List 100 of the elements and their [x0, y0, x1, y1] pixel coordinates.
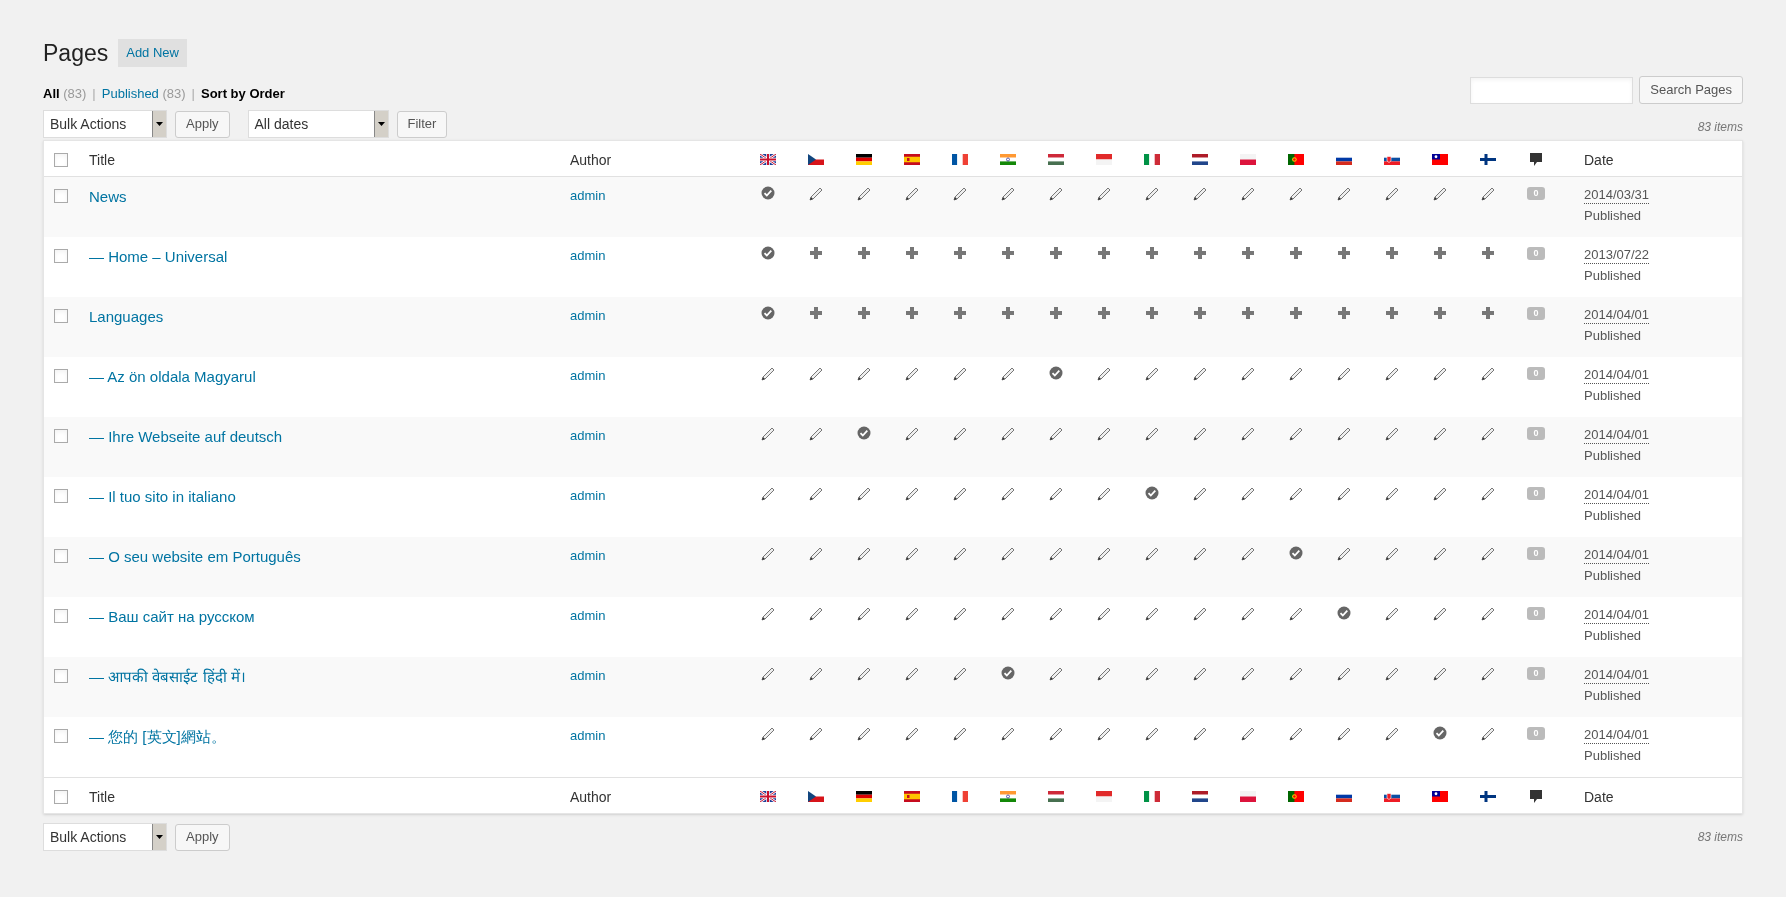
pencil-icon[interactable]: [1144, 666, 1160, 682]
checkbox[interactable]: [54, 189, 68, 203]
pencil-icon[interactable]: [1432, 546, 1448, 562]
pencil-icon[interactable]: [904, 426, 920, 442]
pencil-icon[interactable]: [904, 546, 920, 562]
pencil-icon[interactable]: [1096, 186, 1112, 202]
pencil-icon[interactable]: [1240, 366, 1256, 382]
pencil-icon[interactable]: [808, 546, 824, 562]
pencil-icon[interactable]: [1336, 666, 1352, 682]
pencil-icon[interactable]: [1432, 666, 1448, 682]
plus-icon[interactable]: [905, 306, 919, 320]
apply-button[interactable]: Apply: [175, 823, 230, 851]
author-link[interactable]: admin: [570, 668, 606, 683]
pencil-icon[interactable]: [1000, 486, 1016, 502]
pencil-icon[interactable]: [760, 666, 776, 682]
pencil-icon[interactable]: [952, 726, 968, 742]
pencil-icon[interactable]: [1192, 186, 1208, 202]
plus-icon[interactable]: [1001, 306, 1015, 320]
plus-icon[interactable]: [809, 246, 823, 260]
plus-icon[interactable]: [1097, 246, 1111, 260]
column-header[interactable]: Date: [1584, 789, 1614, 805]
checkbox[interactable]: [54, 429, 68, 443]
pencil-icon[interactable]: [1480, 426, 1496, 442]
check-icon[interactable]: [1001, 666, 1015, 680]
plus-icon[interactable]: [1433, 306, 1447, 320]
plus-icon[interactable]: [1097, 306, 1111, 320]
plus-icon[interactable]: [953, 246, 967, 260]
pencil-icon[interactable]: [808, 606, 824, 622]
checkbox[interactable]: [54, 369, 68, 383]
checkbox[interactable]: [54, 249, 68, 263]
pencil-icon[interactable]: [808, 366, 824, 382]
pencil-icon[interactable]: [856, 486, 872, 502]
checkbox[interactable]: [54, 609, 68, 623]
pencil-icon[interactable]: [904, 726, 920, 742]
author-link[interactable]: admin: [570, 548, 606, 563]
pencil-icon[interactable]: [1384, 606, 1400, 622]
author-link[interactable]: admin: [570, 488, 606, 503]
pencil-icon[interactable]: [1192, 606, 1208, 622]
pencil-icon[interactable]: [1480, 486, 1496, 502]
plus-icon[interactable]: [905, 246, 919, 260]
pencil-icon[interactable]: [904, 486, 920, 502]
pencil-icon[interactable]: [1480, 186, 1496, 202]
dropdown[interactable]: All dates: [247, 110, 389, 138]
plus-icon[interactable]: [1193, 306, 1207, 320]
pencil-icon[interactable]: [760, 606, 776, 622]
check-icon[interactable]: [857, 426, 871, 440]
pencil-icon[interactable]: [952, 426, 968, 442]
pencil-icon[interactable]: [1144, 186, 1160, 202]
pencil-icon[interactable]: [1480, 606, 1496, 622]
pencil-icon[interactable]: [1096, 546, 1112, 562]
check-icon[interactable]: [1433, 726, 1447, 740]
pencil-icon[interactable]: [1096, 666, 1112, 682]
page-title-link[interactable]: — 您的 [英文]網站。: [89, 728, 226, 745]
pencil-icon[interactable]: [1384, 666, 1400, 682]
pencil-icon[interactable]: [1144, 426, 1160, 442]
checkbox[interactable]: [54, 153, 68, 167]
checkbox[interactable]: [54, 790, 68, 804]
pencil-icon[interactable]: [1432, 366, 1448, 382]
pencil-icon[interactable]: [1096, 366, 1112, 382]
page-title-link[interactable]: — आपकी वेबसाईट हिंदी में।: [89, 668, 246, 685]
pencil-icon[interactable]: [1288, 666, 1304, 682]
author-link[interactable]: admin: [570, 308, 606, 323]
plus-icon[interactable]: [1481, 246, 1495, 260]
plus-icon[interactable]: [1145, 246, 1159, 260]
plus-icon[interactable]: [1481, 306, 1495, 320]
filter-button[interactable]: Filter: [396, 110, 448, 138]
pencil-icon[interactable]: [1048, 486, 1064, 502]
pencil-icon[interactable]: [1000, 366, 1016, 382]
pencil-icon[interactable]: [1144, 606, 1160, 622]
plus-icon[interactable]: [1145, 306, 1159, 320]
pencil-icon[interactable]: [1048, 726, 1064, 742]
checkbox[interactable]: [54, 489, 68, 503]
check-icon[interactable]: [1049, 366, 1063, 380]
pencil-icon[interactable]: [1288, 606, 1304, 622]
pencil-icon[interactable]: [856, 606, 872, 622]
pencil-icon[interactable]: [808, 486, 824, 502]
column-header[interactable]: Title: [89, 150, 570, 171]
pencil-icon[interactable]: [1384, 726, 1400, 742]
author-link[interactable]: admin: [570, 188, 606, 203]
pencil-icon[interactable]: [1288, 726, 1304, 742]
pencil-icon[interactable]: [1240, 186, 1256, 202]
pencil-icon[interactable]: [1288, 486, 1304, 502]
dropdown[interactable]: Bulk Actions: [43, 823, 167, 851]
pencil-icon[interactable]: [1048, 426, 1064, 442]
pencil-icon[interactable]: [808, 426, 824, 442]
pencil-icon[interactable]: [952, 186, 968, 202]
pencil-icon[interactable]: [1144, 366, 1160, 382]
pencil-icon[interactable]: [1192, 546, 1208, 562]
pencil-icon[interactable]: [952, 366, 968, 382]
plus-icon[interactable]: [1001, 246, 1015, 260]
plus-icon[interactable]: [1433, 246, 1447, 260]
pencil-icon[interactable]: [760, 426, 776, 442]
pencil-icon[interactable]: [1240, 726, 1256, 742]
pencil-icon[interactable]: [1192, 366, 1208, 382]
page-title-link[interactable]: — Az ön oldala Magyarul: [89, 368, 256, 385]
page-title-link[interactable]: Languages: [89, 308, 164, 325]
column-header[interactable]: Date: [1584, 152, 1614, 168]
pencil-icon[interactable]: [1336, 186, 1352, 202]
page-title-link[interactable]: — Ihre Webseite auf deutsch: [89, 428, 283, 445]
pencil-icon[interactable]: [1336, 366, 1352, 382]
